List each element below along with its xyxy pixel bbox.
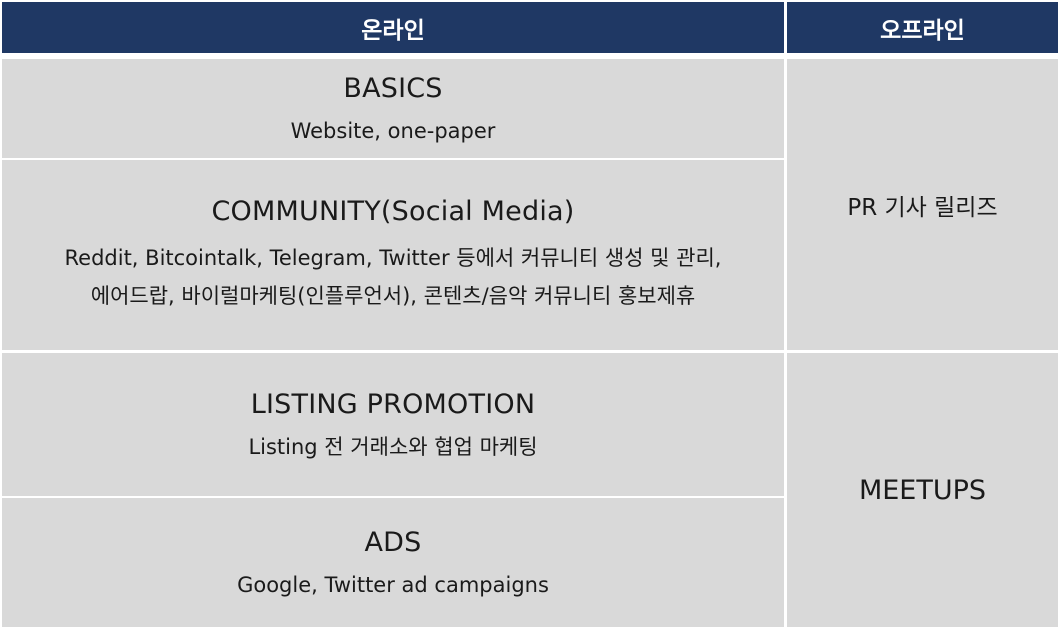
listing-desc: Listing 전 거래소와 협업 마케팅 <box>248 434 538 459</box>
basics-desc: Website, one-paper <box>290 118 496 143</box>
meetups-label: MEETUPS <box>858 474 987 506</box>
header-offline: 오프라인 <box>787 2 1058 53</box>
basics-title: BASICS <box>343 72 443 104</box>
community-desc-line2: 에어드랍, 바이럴마케팅(인플루언서), 콘텐츠/음악 커뮤니티 홍보제휴 <box>90 284 696 308</box>
listing-title: LISTING PROMOTION <box>250 388 536 420</box>
header-online-label: 온라인 <box>361 17 425 44</box>
listing-cell: LISTING PROMOTION Listing 전 거래소와 협업 마케팅 <box>2 353 784 496</box>
pr-label: PR 기사 릴리즈 <box>847 194 998 221</box>
header-offline-label: 오프라인 <box>880 17 965 44</box>
community-desc-line1: Reddit, Bitcointalk, Telegram, Twitter 등… <box>64 246 722 270</box>
ads-title: ADS <box>364 526 422 558</box>
community-title: COMMUNITY(Social Media) <box>211 196 575 227</box>
meetups-cell: MEETUPS <box>787 353 1058 627</box>
pr-cell: PR 기사 릴리즈 <box>787 59 1058 350</box>
header-online: 온라인 <box>2 2 784 53</box>
ads-cell: ADS Google, Twitter ad campaigns <box>2 498 784 627</box>
basics-cell: BASICS Website, one-paper <box>2 59 784 158</box>
community-cell: COMMUNITY(Social Media) Reddit, Bitcoint… <box>2 160 784 350</box>
ads-desc: Google, Twitter ad campaigns <box>237 572 549 597</box>
